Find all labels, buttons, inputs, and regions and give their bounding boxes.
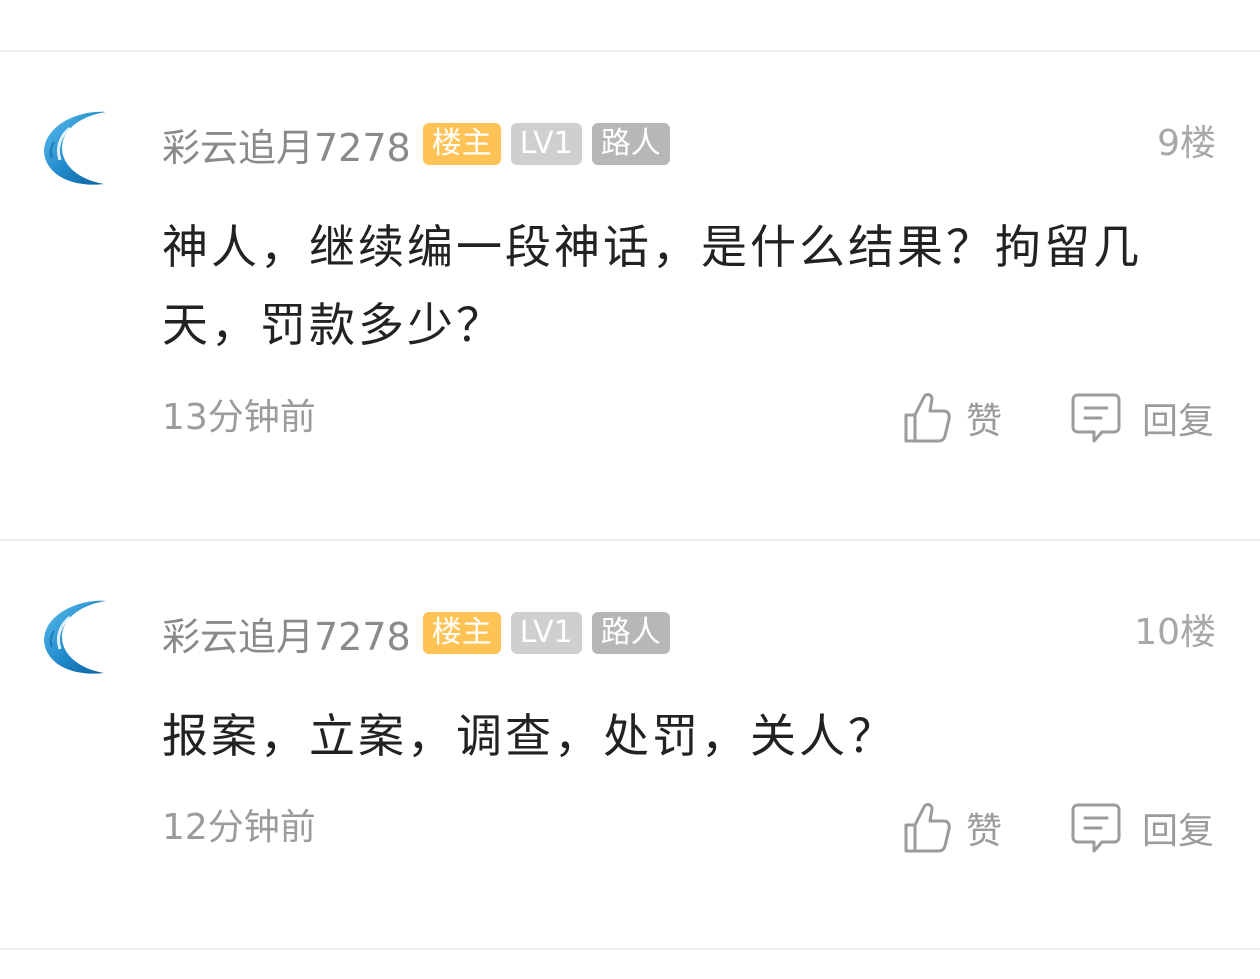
thumbs-up-icon bbox=[904, 393, 951, 443]
role-badge: 路人 bbox=[591, 612, 670, 654]
crescent-moon-icon bbox=[44, 600, 106, 674]
reply-button[interactable]: 回复 bbox=[1070, 798, 1214, 858]
floor-number: 9楼 bbox=[1157, 123, 1216, 164]
like-label: 赞 bbox=[966, 401, 1003, 442]
level-badge: LV1 bbox=[510, 612, 582, 654]
comment-meta: 彩云追月7278 楼主 LV1 路人 bbox=[162, 120, 670, 170]
avatar[interactable] bbox=[40, 108, 112, 188]
speech-bubble-icon bbox=[1071, 393, 1121, 443]
like-button[interactable]: 赞 bbox=[902, 798, 1002, 858]
comment-content: 神人，继续编一段神话，是什么结果？拘留几天，罚款多少？ bbox=[162, 220, 1142, 352]
comment-item: 彩云追月7278 楼主 LV1 路人 10楼 报案，立案，调查，处罚，关人？ 1… bbox=[0, 597, 1260, 897]
username[interactable]: 彩云追月7278 bbox=[162, 606, 411, 661]
reply-label: 回复 bbox=[1142, 401, 1215, 442]
like-button[interactable]: 赞 bbox=[902, 388, 1002, 448]
username[interactable]: 彩云追月7278 bbox=[162, 117, 411, 172]
comment-item: 彩云追月7278 楼主 LV1 路人 9楼 神人，继续编一段神话，是什么结果？拘… bbox=[0, 108, 1260, 488]
comment-footer: 12分钟前 赞 回复 bbox=[0, 798, 1260, 858]
top-divider bbox=[0, 50, 1260, 52]
comment-meta: 彩云追月7278 楼主 LV1 路人 bbox=[162, 609, 670, 659]
thumbs-up-icon bbox=[904, 803, 951, 853]
level-badge: LV1 bbox=[510, 123, 582, 165]
crescent-moon-icon bbox=[44, 111, 106, 185]
speech-bubble-icon bbox=[1071, 803, 1121, 853]
like-label: 赞 bbox=[966, 811, 1003, 852]
comment-time: 13分钟前 bbox=[162, 397, 316, 438]
comment-content: 报案，立案，调查，处罚，关人？ bbox=[162, 709, 897, 763]
comment-divider bbox=[0, 539, 1260, 541]
comment-time: 12分钟前 bbox=[162, 807, 316, 848]
avatar[interactable] bbox=[40, 597, 112, 677]
role-badge: 路人 bbox=[591, 123, 670, 165]
op-badge: 楼主 bbox=[422, 612, 501, 654]
floor-number: 10楼 bbox=[1134, 612, 1216, 653]
comment-footer: 13分钟前 赞 回复 bbox=[0, 388, 1260, 448]
op-badge: 楼主 bbox=[422, 123, 501, 165]
bottom-divider bbox=[0, 948, 1260, 950]
reply-label: 回复 bbox=[1142, 811, 1215, 852]
reply-button[interactable]: 回复 bbox=[1070, 388, 1214, 448]
